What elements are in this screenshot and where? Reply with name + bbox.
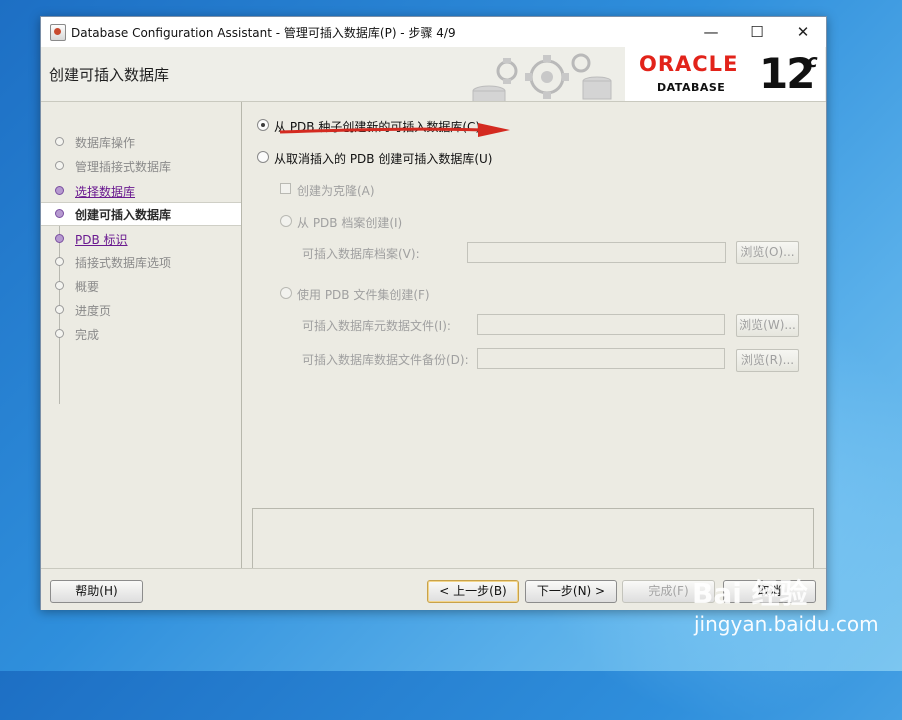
- step-pdb-options: 插接式数据库选项: [41, 251, 241, 273]
- step-dot-icon: [55, 209, 64, 218]
- button-bar: 帮助(H) < 上一步(B) 下一步(N) > 完成(F) 取消: [41, 568, 826, 610]
- oracle-product: DATABASE: [657, 81, 726, 94]
- steps-panel: 数据库操作 管理插接式数据库 选择数据库 创建可插入数据库 PDB 标识 插接式…: [41, 102, 242, 568]
- red-arrow-annotation-icon: [279, 123, 510, 137]
- options-panel: 从 PDB 种子创建新的可插入数据库(C) 从取消插入的 PDB 创建可插入数据…: [242, 102, 826, 584]
- step-manage-pdb: 管理插接式数据库: [41, 155, 241, 177]
- from-seed-radio[interactable]: [257, 119, 269, 131]
- maximize-button[interactable]: ☐: [734, 17, 780, 47]
- from-unplugged-label[interactable]: 从取消插入的 PDB 创建可插入数据库(U): [274, 150, 493, 167]
- step-select-database[interactable]: 选择数据库: [41, 180, 241, 202]
- step-progress: 进度页: [41, 299, 241, 321]
- metadata-field: [477, 314, 725, 335]
- oracle-version: 12: [759, 49, 815, 98]
- step-dot-icon: [55, 137, 64, 146]
- step-label: 插接式数据库选项: [75, 256, 172, 270]
- window-title: Database Configuration Assistant - 管理可插入…: [71, 26, 456, 40]
- browse-backup-button: 浏览(R)...: [736, 349, 799, 372]
- step-pdb-identification[interactable]: PDB 标识: [41, 228, 241, 250]
- create-as-clone-checkbox: [280, 183, 291, 194]
- step-label[interactable]: 选择数据库: [75, 183, 135, 200]
- cancel-button[interactable]: 取消: [723, 580, 816, 603]
- backup-field-label: 可插入数据库数据文件备份(D):: [302, 353, 469, 367]
- page-title: 创建可插入数据库: [49, 66, 170, 84]
- step-create-pdb: 创建可插入数据库: [41, 202, 241, 226]
- back-button[interactable]: < 上一步(B): [427, 580, 519, 603]
- archive-field-label: 可插入数据库档案(V):: [302, 247, 420, 261]
- title-bar: Database Configuration Assistant - 管理可插入…: [41, 17, 826, 47]
- backup-field: [477, 348, 725, 369]
- step-dot-icon: [55, 257, 64, 266]
- step-label: 管理插接式数据库: [75, 160, 172, 174]
- step-label: 数据库操作: [75, 136, 136, 150]
- close-button[interactable]: ✕: [780, 17, 826, 47]
- help-button[interactable]: 帮助(H): [50, 580, 143, 603]
- from-archive-label: 从 PDB 档案创建(I): [297, 216, 403, 230]
- from-unplugged-radio[interactable]: [257, 151, 269, 163]
- step-label: 概要: [75, 280, 100, 294]
- next-button[interactable]: 下一步(N) >: [525, 580, 617, 603]
- step-label: 完成: [75, 328, 100, 342]
- step-dot-icon: [55, 305, 64, 314]
- step-database-operation: 数据库操作: [41, 131, 241, 153]
- step-label: 创建可插入数据库: [75, 208, 172, 222]
- oracle-version-suffix: c: [807, 51, 818, 72]
- wizard-header: 创建可插入数据库 ORACLE DATABASE 12 c: [41, 47, 826, 102]
- step-label[interactable]: PDB 标识: [75, 231, 128, 248]
- step-dot-icon: [55, 161, 64, 170]
- step-dot-icon: [55, 329, 64, 338]
- step-dot-icon: [55, 234, 64, 243]
- gears-decoration-icon: [469, 47, 619, 101]
- use-fileset-radio: [280, 287, 292, 299]
- step-label: 进度页: [75, 304, 112, 318]
- from-archive-radio: [280, 215, 292, 227]
- finish-button: 完成(F): [622, 580, 715, 603]
- use-fileset-label: 使用 PDB 文件集创建(F): [297, 288, 430, 302]
- java-app-icon: [50, 24, 66, 41]
- step-dot-icon: [55, 281, 64, 290]
- dbca-window: Database Configuration Assistant - 管理可插入…: [40, 16, 827, 610]
- oracle-brand: ORACLE: [639, 52, 739, 76]
- browse-archive-button: 浏览(O)...: [736, 241, 799, 264]
- metadata-field-label: 可插入数据库元数据文件(I):: [302, 319, 451, 333]
- oracle-logo: ORACLE DATABASE 12 c: [625, 47, 825, 101]
- step-dot-icon: [55, 186, 64, 195]
- browse-metadata-button: 浏览(W)...: [736, 314, 799, 337]
- step-finish: 完成: [41, 323, 241, 345]
- minimize-button[interactable]: —: [688, 17, 734, 47]
- archive-field: [467, 242, 726, 263]
- step-summary: 概要: [41, 275, 241, 297]
- create-as-clone-label: 创建为克隆(A): [297, 184, 375, 198]
